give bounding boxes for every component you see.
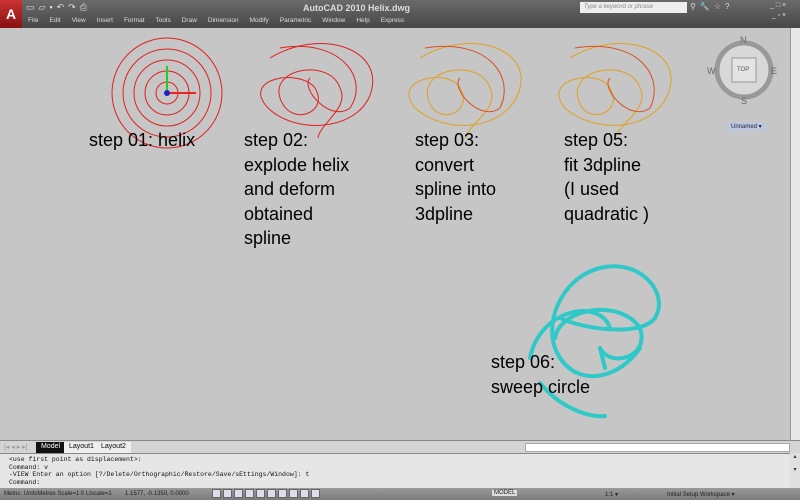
- new-icon[interactable]: ▭: [26, 2, 35, 13]
- command-prompt[interactable]: Command:: [9, 479, 790, 487]
- menu-insert[interactable]: Insert: [97, 17, 113, 24]
- tab-layout1[interactable]: Layout1: [64, 442, 99, 453]
- dyn-toggle[interactable]: [289, 489, 298, 498]
- workspace-switcher[interactable]: Initial Setup Workspace ▾: [667, 491, 735, 498]
- compass-south[interactable]: S: [741, 96, 747, 106]
- model-button[interactable]: MODEL: [492, 490, 518, 496]
- polar-toggle[interactable]: [245, 489, 254, 498]
- 3dpline: [408, 43, 522, 139]
- binoculars-icon[interactable]: ⚲: [690, 2, 696, 11]
- layout-tabs: |◂ ◂ ▸ ▸| Model Layout1 Layout2: [0, 440, 800, 453]
- step-02-label: step 02: explode helix and deform obtain…: [244, 130, 350, 248]
- window-title: AutoCAD 2010 Helix.dwg: [303, 3, 411, 13]
- ucs-menu[interactable]: Unnamed ▾: [727, 122, 766, 131]
- lineweight-toggle[interactable]: [300, 489, 309, 498]
- drawing-canvas[interactable]: step 01: helix step 02: explode helix an…: [0, 28, 790, 440]
- save-icon[interactable]: ▪: [49, 2, 52, 13]
- command-line: Command: v: [9, 463, 49, 471]
- annotation-scale[interactable]: 1:1 ▾: [605, 491, 618, 498]
- drawing: [111, 37, 672, 419]
- quick-access-toolbar: ▭ ▱ ▪ ↶ ↷ ⎙: [26, 2, 87, 13]
- command-scrollbar[interactable]: ▴ ▾: [790, 453, 800, 488]
- step-06-label: step 06: sweep circle: [491, 352, 591, 397]
- redo-icon[interactable]: ↷: [68, 2, 76, 13]
- title-bar: A ▭ ▱ ▪ ↶ ↷ ⎙ AutoCAD 2010 Helix.dwg File Edi…: [0, 0, 800, 28]
- undo-icon[interactable]: ↶: [57, 2, 65, 13]
- tab-nav-arrows[interactable]: |◂ ◂ ▸ ▸|: [4, 443, 28, 451]
- coordinates: 1.1577, -0.1350, 0.0000: [125, 491, 189, 497]
- step-01-label: step 01: helix: [89, 130, 196, 150]
- menu-file[interactable]: File: [28, 17, 38, 24]
- vertical-scrollbar[interactable]: [790, 28, 800, 440]
- command-line: -VIEW Enter an option [?/Delete/Orthogra…: [9, 471, 310, 478]
- step-05-label: step 05: fit 3dpline (I used quadratic ): [564, 130, 650, 224]
- deformed-spline: [260, 43, 374, 139]
- window-controls[interactable]: _ □ × _ ▫ ×: [770, 1, 786, 21]
- menu-modify[interactable]: Modify: [250, 17, 269, 24]
- menu-window[interactable]: Window: [322, 17, 345, 24]
- command-line: <use first point as displacement>:: [9, 456, 142, 463]
- menu-edit[interactable]: Edit: [49, 17, 60, 24]
- tab-layout2[interactable]: Layout2: [96, 442, 131, 453]
- osnap-toggle[interactable]: [256, 489, 265, 498]
- menu-help[interactable]: Help: [356, 17, 369, 24]
- menu-dimension[interactable]: Dimension: [208, 17, 239, 24]
- print-icon[interactable]: ⎙: [80, 2, 87, 13]
- compass-west[interactable]: W: [707, 66, 716, 76]
- ducs-toggle[interactable]: [278, 489, 287, 498]
- compass-north[interactable]: N: [740, 35, 747, 45]
- command-window[interactable]: <use first point as displacement>: Comma…: [0, 453, 790, 488]
- menu-express[interactable]: Express: [381, 17, 404, 24]
- viewcube-top-face[interactable]: TOP: [737, 67, 749, 73]
- menu-bar: File Edit View Insert Format Tools Draw …: [28, 17, 404, 24]
- compass-east[interactable]: E: [771, 66, 777, 76]
- snap-toggle[interactable]: [212, 489, 221, 498]
- fit-3dpline: [558, 43, 672, 139]
- status-bar: Metric: UnitsMetres Scale=1:0 Ltscale=1 …: [0, 488, 800, 500]
- horizontal-scrollbar[interactable]: [525, 443, 790, 452]
- grid-toggle[interactable]: [223, 489, 232, 498]
- help-icon[interactable]: ?: [725, 2, 729, 11]
- menu-format[interactable]: Format: [124, 17, 145, 24]
- search-input[interactable]: Type a keyword or phrase: [580, 2, 687, 13]
- wrench-icon[interactable]: 🔧: [700, 2, 710, 11]
- menu-draw[interactable]: Draw: [182, 17, 197, 24]
- viewcube[interactable]: N S E W TOP: [707, 35, 777, 106]
- tab-model[interactable]: Model: [36, 442, 66, 453]
- ortho-toggle[interactable]: [234, 489, 243, 498]
- quick-properties-toggle[interactable]: [311, 489, 320, 498]
- step-03-label: step 03: convert spline into 3dpline: [415, 130, 497, 224]
- application-menu-button[interactable]: A: [0, 0, 22, 28]
- open-icon[interactable]: ▱: [39, 2, 46, 13]
- menu-parametric[interactable]: Parametric: [280, 17, 311, 24]
- units-text: Metric: UnitsMetres Scale=1:0 Ltscale=1: [4, 491, 112, 497]
- menu-view[interactable]: View: [72, 17, 86, 24]
- menu-tools[interactable]: Tools: [156, 17, 171, 24]
- star-icon[interactable]: ☆: [714, 2, 721, 11]
- otrack-toggle[interactable]: [267, 489, 276, 498]
